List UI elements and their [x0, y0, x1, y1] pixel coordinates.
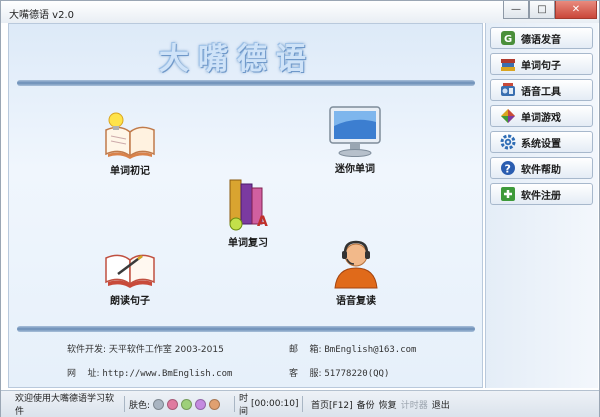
tile-label: 迷你单词 [335, 164, 375, 175]
url-label: 网 址: [67, 369, 100, 379]
email-value[interactable]: BmEnglish@163.com [324, 345, 416, 355]
close-icon: ✕ [571, 4, 581, 15]
status-welcome: 欢迎使用大嘴德语学习软件 [15, 394, 125, 417]
puzzle-icon [499, 108, 516, 125]
developer-label: 软件开发: [67, 345, 107, 355]
time-value: [00:00:10] [251, 399, 299, 409]
sidebar-item-label: 系统设置 [521, 138, 561, 150]
tile-label: 单词复习 [228, 238, 268, 249]
sidebar-item-register[interactable]: 软件注册 [490, 183, 593, 205]
time-label: 时间 [239, 394, 249, 417]
skin-color-green[interactable] [181, 398, 193, 410]
headset-person-icon [334, 240, 378, 289]
tile-label: 朗读句子 [110, 296, 150, 307]
help-icon: ? [499, 160, 516, 177]
welcome-text: 欢迎使用大嘴德语学习软件 [15, 394, 115, 417]
sidebar-item-label: 单词句子 [521, 60, 561, 72]
backup-button[interactable]: 备份 [357, 398, 375, 411]
tile-mini-words[interactable]: 迷你单词 [320, 104, 390, 175]
top-divider [17, 80, 475, 86]
app-title: 大嘴德语 [159, 42, 315, 77]
tile-word-memorize[interactable]: 单词初记 [97, 110, 163, 177]
sidebar-item-label: 软件注册 [521, 190, 561, 202]
g-badge-icon: G [499, 30, 516, 47]
tile-label: 语音复读 [336, 296, 376, 307]
footer-email: 邮 箱: BmEnglish@163.com [289, 342, 416, 355]
stacked-books-icon: A [229, 179, 268, 231]
footer-url: 网 址: http://www.BmEnglish.com [67, 366, 232, 379]
timer-button[interactable]: 计时器 [401, 398, 428, 411]
close-button[interactable]: ✕ [555, 1, 597, 19]
sidebar-item-voice-tools[interactable]: 语音工具 [490, 79, 593, 101]
app-window: 大嘴德语 v2.0 — □ ✕ 大嘴德语 单词初记 迷你单词 A 单词复习 朗读… [0, 0, 600, 417]
tile-label: 单词初记 [110, 166, 150, 177]
email-label: 邮 箱: [289, 345, 322, 355]
title-bar[interactable]: 大嘴德语 v2.0 — □ ✕ [1, 1, 599, 23]
home-button[interactable]: 首页[F12] [311, 398, 353, 411]
sidebar-item-label: 单词游戏 [521, 112, 561, 124]
status-bar: 欢迎使用大嘴德语学习软件 肤色: 时间 [00:00:10] 首页[F12] 备… [1, 390, 599, 417]
restore-button[interactable]: 恢复 [379, 398, 397, 411]
bottom-divider [17, 326, 475, 332]
tile-voice-repeat[interactable]: 语音复读 [323, 238, 389, 307]
svg-text:G: G [504, 34, 512, 45]
window-title: 大嘴德语 v2.0 [9, 10, 74, 21]
svg-text:A: A [257, 214, 268, 230]
developer-value: 天平软件工作室 2003-2015 [108, 345, 224, 355]
main-panel: 大嘴德语 单词初记 迷你单词 A 单词复习 朗读句子 语音复读 软件开发: 天平… [8, 23, 483, 388]
maximize-button[interactable]: □ [529, 1, 555, 19]
skin-color-orange[interactable] [209, 398, 221, 410]
sidebar-item-label: 德语发音 [521, 34, 561, 46]
footer-developer: 软件开发: 天平软件工作室 2003-2015 [67, 342, 224, 355]
footer-service: 客 服: 51778220(QQ) [289, 366, 389, 379]
sidebar: G 德语发音 单词句子 语音工具 单词游戏 系统设置 ? 软件帮助 软件注册 [485, 23, 598, 388]
sidebar-item-word-sentence[interactable]: 单词句子 [490, 53, 593, 75]
skin-selector: 肤色: [129, 396, 235, 412]
status-time: 时间 [00:00:10] [239, 394, 303, 417]
tile-word-review[interactable]: A 单词复习 [215, 176, 281, 249]
service-value: 51778220(QQ) [324, 369, 390, 379]
svg-text:?: ? [504, 163, 510, 176]
open-book-lightbulb-icon [105, 112, 155, 159]
skin-label: 肤色: [129, 400, 151, 411]
tile-read-sentence[interactable]: 朗读句子 [97, 244, 163, 307]
sidebar-item-settings[interactable]: 系统设置 [490, 131, 593, 153]
url-value[interactable]: http://www.BmEnglish.com [102, 369, 232, 379]
books-icon [499, 56, 516, 73]
skin-color-purple[interactable] [195, 398, 207, 410]
sidebar-item-pronunciation[interactable]: G 德语发音 [490, 27, 593, 49]
skin-color-pink[interactable] [167, 398, 179, 410]
monitor-icon [329, 106, 381, 157]
skin-color-gray[interactable] [153, 398, 165, 410]
sidebar-item-word-game[interactable]: 单词游戏 [490, 105, 593, 127]
status-actions: 首页[F12] 备份 恢复 计时器 退出 [307, 396, 487, 412]
gear-icon [499, 134, 516, 151]
book-pen-icon [105, 254, 155, 288]
exit-button[interactable]: 退出 [432, 398, 450, 411]
sidebar-item-label: 软件帮助 [521, 164, 561, 176]
speaker-tools-icon [499, 82, 516, 99]
register-icon [499, 186, 516, 203]
minimize-icon: — [511, 4, 521, 15]
maximize-icon: □ [537, 4, 547, 15]
sidebar-item-help[interactable]: ? 软件帮助 [490, 157, 593, 179]
service-label: 客 服: [289, 369, 322, 379]
minimize-button[interactable]: — [503, 1, 529, 19]
window-controls: — □ ✕ [503, 1, 597, 19]
sidebar-item-label: 语音工具 [521, 86, 561, 98]
